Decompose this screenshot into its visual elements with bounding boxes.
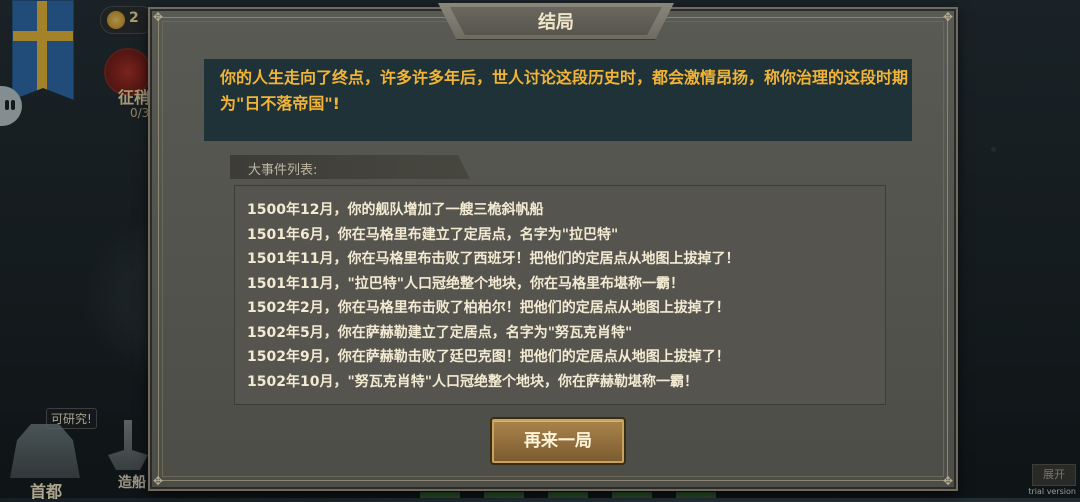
corner-ornament-icon: ✥: [942, 474, 954, 488]
corner-ornament-icon: ✥: [942, 10, 954, 24]
events-header-label: 大事件列表:: [248, 163, 318, 178]
event-item: 1502年10月，"努瓦克肖特"人口冠绝整个地块，你在萨赫勒堪称一霸！: [247, 373, 699, 390]
event-item: 1501年11月，"拉巴特"人口冠绝整个地块，你在马格里布堪称一霸！: [247, 275, 685, 292]
event-item: 1501年6月，你在马格里布建立了定居点，名字为"拉巴特": [247, 226, 619, 243]
dialog-title: 结局: [538, 12, 574, 33]
event-item: 1500年12月，你的舰队增加了一艘三桅斜帆船: [247, 202, 544, 218]
event-item: 1502年2月，你在马格里布击败了柏柏尔！把他们的定居点从地图上拔掉了！: [247, 300, 730, 316]
corner-ornament-icon: ✥: [152, 474, 164, 488]
ending-dialog: ✥ ✥ ✥ ✥ 结局 你的人生走向了终点，许多许多年后，世人讨论这段历史时，都会…: [148, 3, 958, 491]
event-item: 1501年11月，你在马格里布击败了西班牙！把他们的定居点从地图上拔掉了！: [247, 251, 740, 267]
event-list: 1500年12月，你的舰队增加了一艘三桅斜帆船 1501年6月，你在马格里布建立…: [247, 198, 739, 394]
events-list-panel[interactable]: 1500年12月，你的舰队增加了一艘三桅斜帆船 1501年6月，你在马格里布建立…: [234, 185, 886, 405]
corner-ornament-icon: ✥: [152, 10, 164, 24]
ending-summary-box: 你的人生走向了终点，许多许多年后，世人讨论这段历史时，都会激情昂扬，称你治理的这…: [204, 59, 912, 141]
ending-summary-text: 你的人生走向了终点，许多许多年后，世人讨论这段历史时，都会激情昂扬，称你治理的这…: [220, 68, 909, 113]
restart-button[interactable]: 再来一局: [492, 419, 624, 463]
event-item: 1502年5月，你在萨赫勒建立了定居点，名字为"努瓦克肖特": [247, 324, 633, 341]
event-item: 1502年9月，你在萨赫勒击败了廷巴克图！把他们的定居点从地图上拔掉了！: [247, 349, 730, 365]
